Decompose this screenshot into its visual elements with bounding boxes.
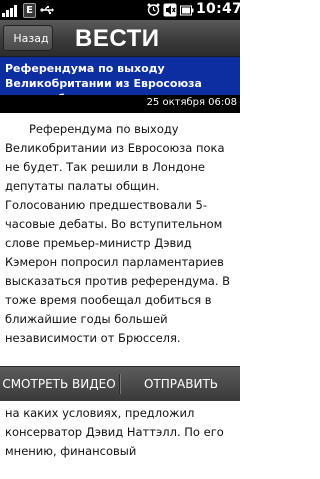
article-paragraph: Референдума по выходу Великобритании из …	[5, 122, 231, 345]
signal-icon	[2, 5, 17, 17]
date-bar: 25 октября 06:08	[0, 95, 240, 113]
brand-logo: ВЕСТИ	[75, 25, 160, 52]
status-time: 10:47	[196, 1, 243, 17]
back-button-label: Назад	[13, 32, 49, 45]
article-body: Референдума по выходу Великобритании из …	[5, 120, 237, 479]
back-button[interactable]: Назад	[3, 25, 53, 51]
send-button[interactable]: ОТПРАВИТЬ	[122, 367, 240, 401]
article-date: 25 октября 06:08	[146, 97, 237, 108]
app-header: Назад ВЕСТИ	[0, 20, 240, 57]
softkey-divider	[119, 374, 120, 394]
watch-video-button[interactable]: СМОТРЕТЬ ВИДЕО	[0, 367, 118, 401]
battery-icon	[180, 5, 194, 16]
status-bar: E 10:47	[0, 0, 243, 20]
softkey-bar: СМОТРЕТЬ ВИДЕО ОТПРАВИТЬ	[0, 366, 240, 401]
article-title-bar: Референдума по выходу Великобритании из …	[0, 57, 240, 105]
mute-icon	[163, 3, 177, 17]
network-type-badge: E	[23, 3, 36, 18]
alarm-clock-icon	[147, 3, 160, 16]
usb-icon	[40, 6, 54, 15]
